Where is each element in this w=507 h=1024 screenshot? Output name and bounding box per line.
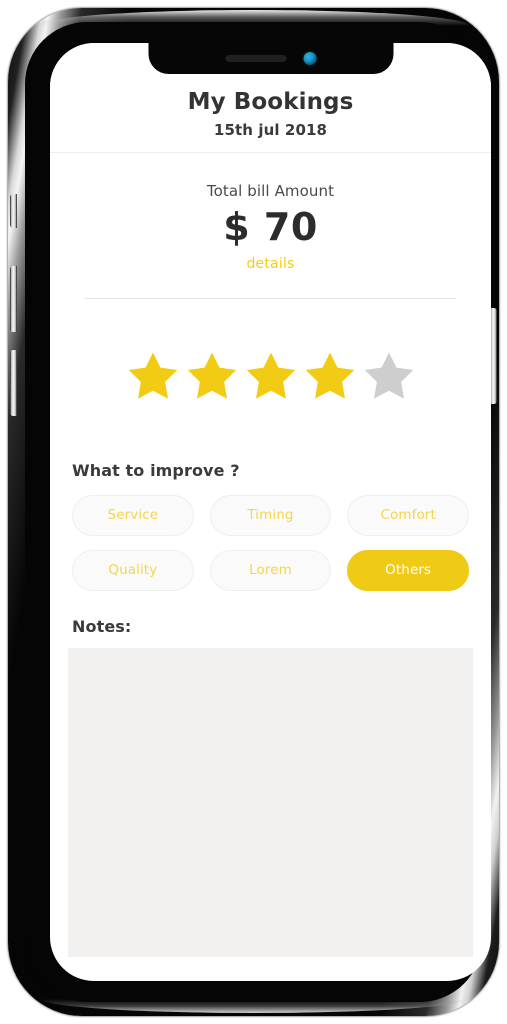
improve-options: Service Timing Comfort Quality Lorem Oth…	[72, 494, 469, 591]
phone-frame: My Bookings 15th jul 2018 Total bill Amo…	[8, 8, 499, 1016]
improve-chip-service[interactable]: Service	[72, 494, 194, 536]
notes-label: Notes:	[72, 616, 132, 636]
bill-amount: $ 70	[223, 205, 318, 250]
improve-title: What to improve ?	[72, 460, 240, 480]
volume-down-button[interactable]	[10, 350, 17, 416]
star-rating[interactable]	[50, 299, 491, 415]
star-icon-1[interactable]	[126, 349, 180, 401]
bill-section: Total bill Amount $ 70 details	[50, 153, 491, 298]
booking-date: 15th jul 2018	[213, 121, 328, 140]
device-notch	[148, 43, 393, 74]
improve-chip-comfort[interactable]: Comfort	[347, 494, 469, 536]
screenshot-stage: My Bookings 15th jul 2018 Total bill Amo…	[0, 0, 507, 1024]
star-icon-2[interactable]	[185, 349, 239, 401]
improve-chip-lorem[interactable]: Lorem	[209, 549, 332, 591]
page-title: My Bookings	[187, 89, 354, 115]
bill-details-link[interactable]: details	[246, 256, 294, 272]
mute-switch-button[interactable]	[10, 194, 17, 228]
star-icon-5[interactable]	[362, 349, 416, 401]
phone-screen: My Bookings 15th jul 2018 Total bill Amo…	[50, 43, 491, 981]
chip-label: Comfort	[380, 507, 436, 524]
volume-up-button[interactable]	[10, 266, 17, 332]
front-camera-icon	[303, 52, 316, 65]
chip-label: Others	[385, 562, 432, 579]
chip-label: Service	[107, 507, 159, 524]
improve-chip-quality[interactable]: Quality	[72, 549, 194, 591]
improve-chip-others[interactable]: Others	[347, 549, 469, 591]
star-icon-4[interactable]	[303, 349, 357, 401]
star-icon-3[interactable]	[244, 349, 298, 401]
notes-input[interactable]	[68, 647, 473, 957]
improve-chip-timing[interactable]: Timing	[209, 494, 332, 536]
bill-label: Total bill Amount	[206, 182, 335, 201]
phone-body: My Bookings 15th jul 2018 Total bill Amo…	[25, 22, 491, 1002]
improve-section: What to improve ? Service Timing Comfort	[50, 415, 491, 591]
chip-label: Lorem	[249, 562, 292, 579]
app-content: My Bookings 15th jul 2018 Total bill Amo…	[50, 43, 491, 981]
chip-label: Quality	[108, 562, 158, 579]
chip-label: Timing	[247, 507, 294, 524]
earpiece-speaker-icon	[225, 55, 286, 62]
power-button[interactable]	[490, 308, 497, 404]
notes-section: Notes:	[50, 591, 491, 981]
